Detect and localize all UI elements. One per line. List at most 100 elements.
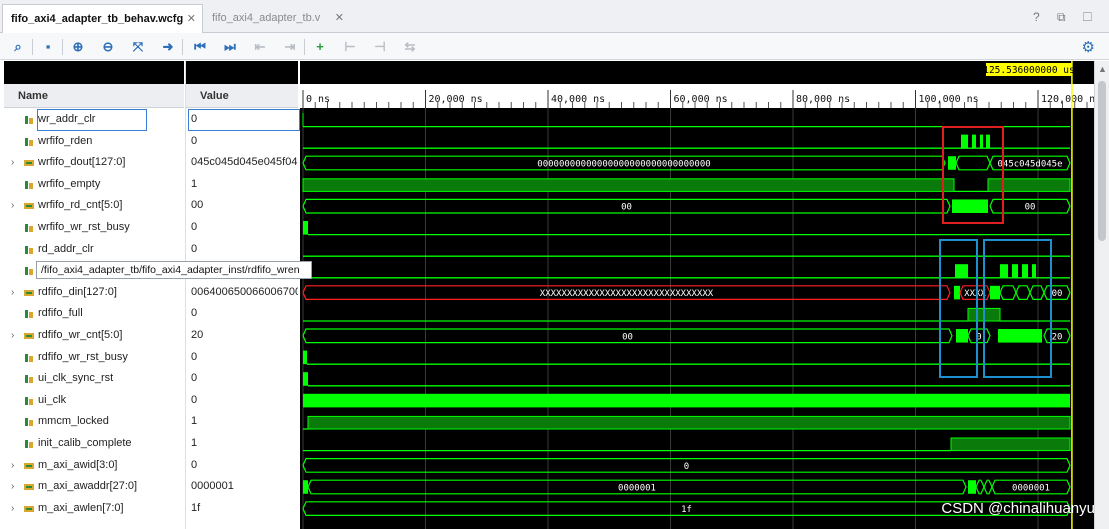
wave-activity xyxy=(968,480,976,494)
wave-activity xyxy=(972,134,976,149)
signal-row[interactable]: wrfifo_wr_rst_busy xyxy=(4,217,184,239)
waveform-area[interactable]: 0 ns 20,000 ns 40,000 ns 60,000 ns 80,000 ns… xyxy=(300,61,1094,529)
signal-value-row[interactable]: 0000001 xyxy=(186,476,298,498)
signal-value: 1 xyxy=(191,437,198,449)
bus-value-label: 00 xyxy=(622,332,633,342)
bus-segment xyxy=(983,479,993,495)
wave-high-fill xyxy=(987,178,1071,192)
signal-row[interactable]: › m_axi_awaddr[27:0] xyxy=(4,476,184,498)
signal-value-row[interactable]: 20 xyxy=(186,325,298,347)
signal-value-row[interactable]: 0064006500660067006 xyxy=(186,282,298,304)
go-to-last-time-icon[interactable]: ⏭ xyxy=(222,39,238,55)
signal-row[interactable]: init_calib_complete xyxy=(4,433,184,455)
expand-chevron-icon[interactable]: › xyxy=(11,325,14,347)
signal-value: 1 xyxy=(191,415,198,428)
signal-row[interactable]: › rdfifo_din[127:0] xyxy=(4,282,184,304)
expand-chevron-icon[interactable]: › xyxy=(11,476,14,498)
toolbar: ⌕ ▪ ⊕ ⊖ ⤧ ➜ ⏮ ⏭ ⇤ ⇥ + ⊢ ⊣ ⇆ ⚙ xyxy=(0,33,1109,60)
wave-activity xyxy=(990,285,1000,300)
signal-name: init_calib_complete xyxy=(38,437,132,449)
time-tick-label: 60,000 ns xyxy=(674,94,728,105)
signal-value: 0000001 xyxy=(191,480,234,493)
signal-row[interactable]: rd_addr_clr xyxy=(4,239,184,261)
bus-segment xyxy=(955,155,991,171)
signal-value-row[interactable]: 0 xyxy=(186,303,298,325)
vertical-scrollbar[interactable]: ▲ xyxy=(1094,61,1109,529)
signal-row[interactable]: wrfifo_rden xyxy=(4,131,184,153)
swap-cursors-icon[interactable]: ⇆ xyxy=(402,39,418,55)
zoom-out-icon[interactable]: ⊖ xyxy=(100,39,116,55)
settings-icon[interactable]: ⚙ xyxy=(1082,38,1095,56)
signal-row[interactable]: › m_axi_awid[3:0] xyxy=(4,455,184,477)
signal-value-row[interactable]: 1f xyxy=(186,498,298,520)
signal-value-row[interactable]: 0 xyxy=(186,239,298,261)
bus-value-label: 0000001 xyxy=(618,484,656,494)
signal-icon xyxy=(25,116,33,124)
signal-value-row[interactable]: 00 xyxy=(186,195,298,217)
signal-value-row[interactable]: 045c045d045e045f046 xyxy=(186,152,298,174)
signal-icon xyxy=(25,224,33,232)
signal-value: 045c045d045e045f046 xyxy=(191,156,298,169)
search-icon[interactable]: ⌕ xyxy=(10,39,26,55)
scrollbar-thumb[interactable] xyxy=(1098,81,1106,241)
add-marker-icon[interactable]: + xyxy=(312,39,328,55)
tab-wcfg[interactable]: fifo_axi4_adapter_tb_behav.wcfg ✕ xyxy=(2,4,203,33)
signal-name: rdfifo_wr_rst_busy xyxy=(38,350,128,363)
zoom-in-icon[interactable]: ⊕ xyxy=(70,39,86,55)
signal-row[interactable]: rdfifo_full xyxy=(4,303,184,325)
bus-value-label: 00 xyxy=(1025,203,1036,213)
signal-row[interactable]: ui_clk_sync_rst xyxy=(4,368,184,390)
window-controls[interactable]: ? ⧉ ☐ xyxy=(1033,10,1099,25)
signal-value-row[interactable]: 0 xyxy=(186,368,298,390)
wave-activity xyxy=(303,393,1070,408)
signal-row[interactable]: › wrfifo_rd_cnt[5:0] xyxy=(4,195,184,217)
expand-chevron-icon[interactable]: › xyxy=(11,455,14,477)
bus-value-label: 00000000000000000000000000000000 xyxy=(537,160,710,170)
signal-value-row[interactable]: 0 xyxy=(186,390,298,412)
expand-chevron-icon[interactable]: › xyxy=(11,195,14,217)
expand-chevron-icon[interactable]: › xyxy=(11,498,14,520)
zoom-fit-icon[interactable]: ⤧ xyxy=(130,39,146,55)
wave-activity xyxy=(1022,264,1028,278)
previous-marker-icon[interactable]: ⊢ xyxy=(342,39,358,55)
signal-row[interactable]: › wrfifo_dout[127:0] xyxy=(4,152,184,174)
signal-icon xyxy=(25,310,33,319)
close-icon[interactable]: ✕ xyxy=(187,5,196,34)
next-marker-icon[interactable]: ⊣ xyxy=(372,39,388,55)
signal-value-row[interactable]: 0 xyxy=(186,347,298,369)
signal-value-row[interactable]: 0 xyxy=(186,217,298,239)
signal-row[interactable]: mmcm_locked xyxy=(4,411,184,433)
tab-tb-v[interactable]: fifo_axi4_adapter_tb.v ✕ xyxy=(204,4,350,33)
signal-value: 0 xyxy=(191,393,198,406)
expand-chevron-icon[interactable]: › xyxy=(11,282,14,304)
signal-row[interactable]: › m_axi_awlen[7:0] xyxy=(4,498,184,520)
name-column-header[interactable]: Name xyxy=(4,84,184,108)
signal-row[interactable]: rdfifo_wr_rst_busy xyxy=(4,347,184,369)
close-icon[interactable]: ✕ xyxy=(335,4,344,33)
scroll-up-icon[interactable]: ▲ xyxy=(1098,64,1107,74)
bus-signal-icon xyxy=(24,462,34,469)
bus-value-label: XXXXXXXXXXXXXXXXXXXXXXXXXXXXXXXX xyxy=(540,289,714,299)
go-to-time-0-icon[interactable]: ⏮ xyxy=(192,39,208,55)
go-to-cursor-icon[interactable]: ➜ xyxy=(160,39,176,55)
save-icon[interactable]: ▪ xyxy=(40,39,56,55)
signal-value: 0 xyxy=(191,242,198,255)
signal-value-row[interactable]: 1 xyxy=(186,411,298,433)
signal-value: 0 xyxy=(191,307,198,320)
signal-name: wrfifo_empty xyxy=(38,177,101,190)
bus-signal-icon xyxy=(24,289,34,296)
signal-name: rdfifo_full xyxy=(38,307,83,320)
bus-value-label: 00 xyxy=(621,203,632,213)
bus-value-label: 00 xyxy=(1052,289,1063,299)
previous-transition-icon[interactable]: ⇤ xyxy=(252,39,268,55)
signal-row[interactable]: wrfifo_empty xyxy=(4,174,184,196)
value-column-header[interactable]: Value xyxy=(186,84,298,108)
expand-chevron-icon[interactable]: › xyxy=(11,152,14,174)
signal-value-row[interactable]: 1 xyxy=(186,433,298,455)
signal-row[interactable]: ui_clk xyxy=(4,390,184,412)
signal-value-row[interactable]: 0 xyxy=(186,131,298,153)
signal-row[interactable]: › rdfifo_wr_cnt[5:0] xyxy=(4,325,184,347)
next-transition-icon[interactable]: ⇥ xyxy=(282,39,298,55)
signal-value-row[interactable]: 0 xyxy=(186,455,298,477)
signal-value-row[interactable]: 1 xyxy=(186,174,298,196)
